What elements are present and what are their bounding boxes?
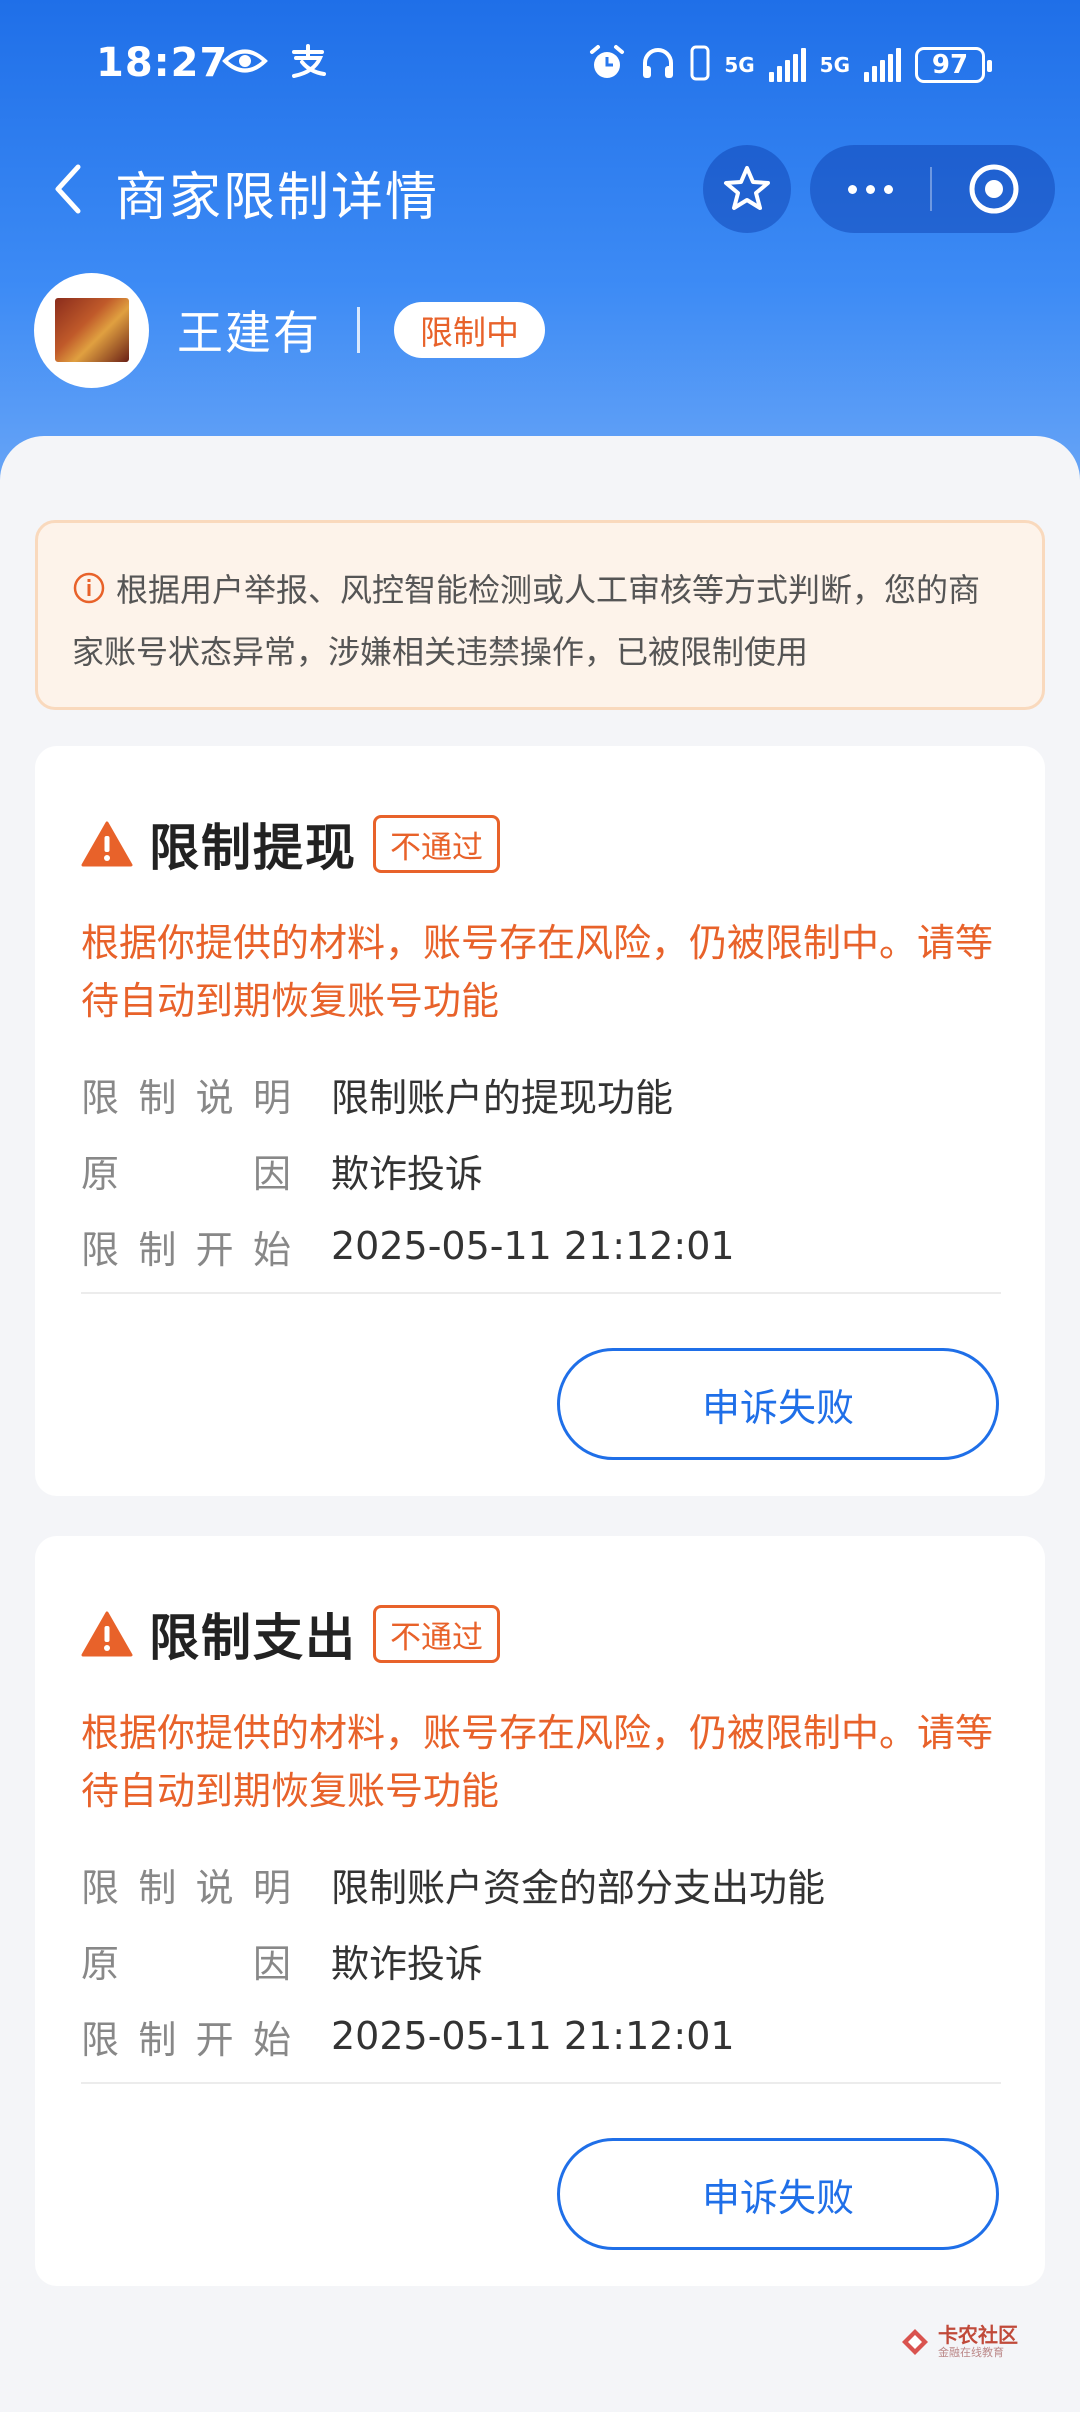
network-5g-label-2: 5G (819, 53, 850, 77)
appeal-status-button[interactable]: 申诉失败 (557, 1348, 999, 1460)
detail-row: 原因 欺诈投诉 (81, 1922, 825, 1998)
card-warning-text: 根据你提供的材料，账号存在风险，仍被限制中。请等待自动到期恢复账号功能 (81, 1711, 994, 1813)
network-5g-label: 5G (724, 53, 755, 77)
status-bar: 18:27 5G 5G 97 (0, 0, 1080, 135)
detail-value: 2025-05-11 21:12:01 (331, 2014, 735, 2058)
header-divider (357, 307, 360, 353)
page-title: 商家限制详情 (115, 168, 440, 228)
detail-label: 限制说明 (81, 1865, 291, 1910)
detail-rows: 限制说明 限制账户的提现功能 原因 欺诈投诉 限制开始 2025-05-11 2… (81, 1056, 735, 1284)
alarm-icon (588, 44, 626, 86)
watermark-subtitle: 金融在线教育 (938, 2346, 1004, 2359)
phone-icon (690, 45, 710, 85)
detail-row: 限制开始 2025-05-11 21:12:01 (81, 1998, 825, 2074)
close-miniapp-button[interactable] (932, 145, 1055, 233)
detail-label: 限制说明 (81, 1075, 291, 1120)
eye-icon (222, 46, 268, 80)
more-button[interactable] (810, 145, 930, 233)
restriction-card-spending: 限制支出 不通过 根据你提供的材料，账号存在风险，仍被限制中。请等待自动到期恢复… (35, 1536, 1045, 2286)
detail-value: 2025-05-11 21:12:01 (331, 1224, 735, 1268)
detail-value: 限制账户资金的部分支出功能 (331, 1865, 826, 1910)
result-tag: 不通过 (373, 815, 500, 873)
info-icon (72, 565, 106, 623)
miniapp-capsule (810, 145, 1055, 233)
status-time: 18:27 (96, 40, 229, 86)
signal-icon-2 (864, 48, 901, 82)
star-icon (724, 166, 770, 210)
restriction-card-withdraw: 限制提现 不通过 根据你提供的材料，账号存在风险，仍被限制中。请等待自动到期恢复… (35, 746, 1045, 1496)
nav-bar: 商家限制详情 (0, 135, 1080, 245)
detail-value: 限制账户的提现功能 (331, 1075, 674, 1120)
status-badge: 限制中 (394, 302, 545, 358)
detail-row: 限制说明 限制账户的提现功能 (81, 1056, 735, 1132)
avatar-image (54, 298, 129, 362)
warning-icon (81, 821, 133, 867)
card-title: 限制支出 (149, 1609, 357, 1667)
alipay-icon (288, 44, 328, 82)
battery-icon: 97 (915, 47, 992, 83)
favorite-button[interactable] (703, 145, 791, 233)
detail-value: 欺诈投诉 (331, 1151, 484, 1196)
detail-label: 原因 (81, 1151, 291, 1196)
card-title: 限制提现 (149, 819, 357, 877)
watermark-title: 卡农社区 (938, 2323, 1018, 2347)
merchant-name: 王建有 (177, 306, 321, 360)
notice-text: 根据用户举报、风控智能检测或人工审核等方式判断，您的商家账号状态异常，涉嫌相关违… (72, 571, 981, 671)
watermark-logo-icon (902, 2329, 928, 2355)
detail-row: 限制开始 2025-05-11 21:12:01 (81, 1208, 735, 1284)
detail-label: 限制开始 (81, 2017, 291, 2062)
detail-label: 限制开始 (81, 1227, 291, 1272)
appeal-status-button[interactable]: 申诉失败 (557, 2138, 999, 2250)
divider (81, 1292, 1001, 1294)
merchant-header: 王建有 限制中 (34, 270, 545, 390)
detail-rows: 限制说明 限制账户资金的部分支出功能 原因 欺诈投诉 限制开始 2025-05-… (81, 1846, 825, 2074)
target-close-icon (969, 164, 1018, 214)
detail-label: 原因 (81, 1941, 291, 1986)
risk-notice: 根据用户举报、风控智能检测或人工审核等方式判断，您的商家账号状态异常，涉嫌相关违… (35, 520, 1045, 710)
detail-row: 原因 欺诈投诉 (81, 1132, 735, 1208)
result-tag: 不通过 (373, 1605, 500, 1663)
back-icon (55, 164, 81, 214)
divider (81, 2082, 1001, 2084)
card-warning-text: 根据你提供的材料，账号存在风险，仍被限制中。请等待自动到期恢复账号功能 (81, 921, 994, 1023)
content-sheet: 根据用户举报、风控智能检测或人工审核等方式判断，您的商家账号状态异常，涉嫌相关违… (0, 436, 1080, 2412)
back-button[interactable] (38, 159, 98, 219)
watermark: 卡农社区 金融在线教育 (900, 2324, 1018, 2360)
detail-value: 欺诈投诉 (331, 1941, 484, 1986)
avatar (34, 272, 149, 388)
headphones-icon (640, 45, 676, 85)
more-icon (847, 184, 857, 194)
detail-row: 限制说明 限制账户资金的部分支出功能 (81, 1846, 825, 1922)
warning-icon (81, 1611, 133, 1657)
signal-icon (768, 48, 806, 82)
